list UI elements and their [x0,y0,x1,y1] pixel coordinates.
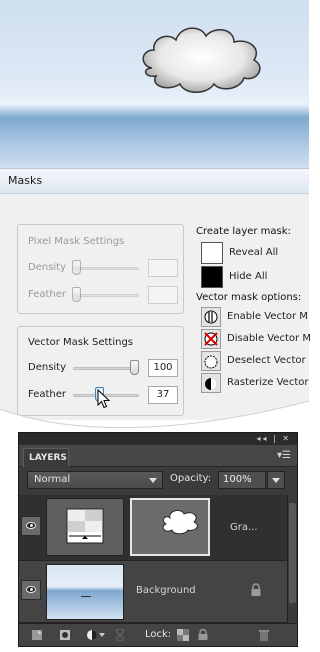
reveal-all-button[interactable]: Reveal All [196,242,309,265]
chevron-down-icon[interactable] [99,633,105,637]
panel-menu-icon[interactable]: ▾☰ [277,450,291,461]
boat-mark [81,596,91,597]
rasterize-vector-mask-label: Rasterize Vector [227,377,309,388]
collapse-close-icons[interactable]: ◂◂ | ✕ [256,433,291,445]
visibility-eye-icon[interactable] [21,516,41,536]
disable-vector-mask-icon [201,329,221,349]
deselect-vector-mask-icon [201,351,221,371]
pixel-density-label: Density [28,262,67,273]
delete-layer-icon[interactable] [258,629,270,641]
new-layer-icon[interactable] [31,629,43,641]
vector-mask-thumbnail [130,498,210,556]
deselect-vector-mask-label: Deselect Vector [227,355,306,366]
pixel-density-field[interactable] [148,259,178,277]
layer-row-background[interactable]: Background [19,561,287,623]
enable-vector-mask-icon [201,307,221,327]
layer-thumbnail [46,498,124,556]
panel-topbar: ◂◂ | ✕ [19,433,297,445]
masks-title: Masks [8,174,43,187]
vector-mask-options-heading: Vector mask options: [196,292,302,303]
visibility-eye-icon[interactable] [21,580,41,600]
layers-panel: ◂◂ | ✕ LAYERS ▾☰ Normal Opacity: 100% Gr… [18,432,298,647]
canvas-image [0,0,309,168]
vector-density-field[interactable]: 100 [148,359,178,377]
layers-scrollbar[interactable] [287,495,297,623]
pixel-density-slider[interactable] [73,267,139,270]
rasterize-vector-mask-button[interactable]: Rasterize Vector [196,373,309,395]
enable-vector-mask-button[interactable]: Enable Vector M [196,307,309,329]
reveal-all-label: Reveal All [229,247,279,258]
chevron-down-icon [272,478,280,483]
masks-panel: Pixel Mask Settings Density Feather Vect… [0,194,311,420]
layers-tab[interactable]: LAYERS [23,448,69,467]
layer-name: Gra... [230,522,258,533]
scrollbar-thumb[interactable] [289,503,296,603]
adjustment-layer-icon[interactable] [86,629,98,641]
black-swatch-icon [201,266,223,288]
vector-mask-heading: Vector Mask Settings [28,337,133,348]
white-swatch-icon [201,242,223,264]
vector-density-label: Density [28,362,67,373]
lock-label: Lock: [145,629,172,640]
layer-thumbnail [46,564,124,620]
enable-vector-mask-label: Enable Vector M [227,311,308,322]
vector-density-thumb[interactable] [130,360,139,375]
lock-icon [251,583,261,596]
layer-mask-options: Create layer mask: Reveal All Hide All V… [196,226,311,395]
rasterize-vector-mask-icon [201,373,221,393]
masks-title-bar[interactable]: Masks [0,168,309,194]
layers-tabbar: LAYERS ▾☰ [19,445,297,467]
link-layers-icon[interactable] [114,629,126,641]
hide-all-label: Hide All [229,271,268,282]
blend-mode-value: Normal [34,474,71,485]
pixel-mask-heading: Pixel Mask Settings [28,236,125,247]
hide-all-button[interactable]: Hide All [196,266,309,289]
blend-mode-select[interactable]: Normal [27,471,163,489]
cloud-shape [138,20,268,100]
pixel-feather-field[interactable] [148,286,178,304]
chevron-down-icon [149,478,157,483]
opacity-input[interactable]: 100% [218,471,266,489]
pixel-density-thumb[interactable] [72,260,81,275]
wave-divider [0,400,309,435]
lock-transparency-icon[interactable] [177,629,189,641]
layer-row-gradient[interactable]: Gra... [19,495,287,561]
pixel-feather-thumb[interactable] [72,287,81,302]
pixel-feather-label: Feather [28,289,67,300]
disable-vector-mask-label: Disable Vector M [227,333,311,344]
pixel-feather-slider[interactable] [73,294,139,297]
lock-all-icon[interactable] [197,629,209,641]
opacity-label: Opacity: [170,473,212,484]
add-mask-icon[interactable] [59,629,71,641]
pixel-mask-group: Pixel Mask Settings Density Feather [17,224,184,314]
layers-footer: Lock: [19,623,297,646]
layer-name: Background [136,585,196,596]
deselect-vector-mask-button[interactable]: Deselect Vector [196,351,309,373]
opacity-dropdown-button[interactable] [267,471,285,489]
create-layer-mask-heading: Create layer mask: [196,226,291,237]
disable-vector-mask-button[interactable]: Disable Vector M [196,329,311,351]
